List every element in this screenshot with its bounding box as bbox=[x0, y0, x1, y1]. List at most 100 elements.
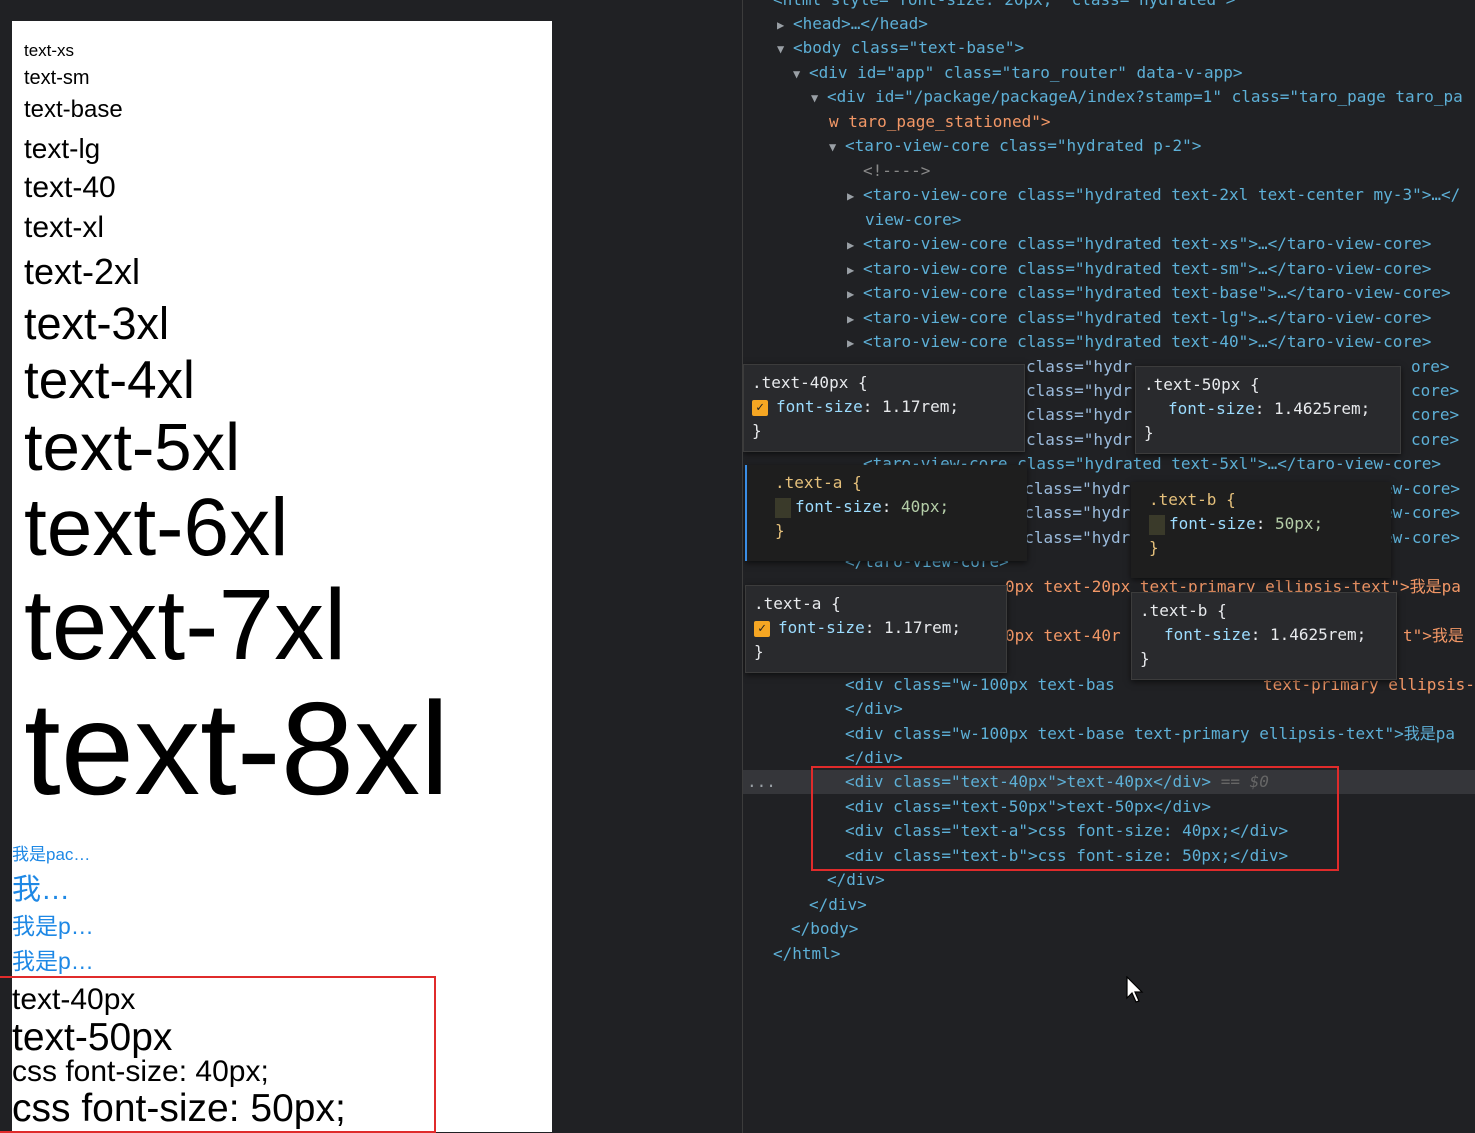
dom-line-close-div: </div> bbox=[809, 895, 867, 914]
popover-colon: : bbox=[1255, 514, 1266, 533]
popover-brace: } bbox=[1149, 538, 1159, 557]
dom-line-head[interactable]: ▶ <head>…</head> bbox=[777, 12, 928, 36]
popover-value: 1.4625rem; bbox=[1273, 399, 1371, 418]
popover-value: 1.17rem; bbox=[883, 618, 962, 637]
dom-text: <taro-view-core class="hydrated text-bas… bbox=[863, 283, 1451, 302]
style-popover-text-a: .text-a { ✓ font-size: 1.17rem; } bbox=[745, 585, 1007, 673]
collapse-arrow-icon[interactable]: ▼ bbox=[777, 37, 793, 61]
popover-value: 1.17rem; bbox=[881, 397, 960, 416]
dom-fragment: class="hydr bbox=[1026, 381, 1132, 400]
source-popover-text-a: .text-a { font-size: 40px; } bbox=[745, 465, 1027, 561]
popover-value: 50px; bbox=[1274, 514, 1324, 533]
sample-text-4xl: text-4xl bbox=[24, 351, 195, 410]
dom-line-app[interactable]: ▼ <div id="app" class="taro_router" data-… bbox=[793, 61, 1242, 85]
style-popover-text-b: .text-b { font-size: 1.4625rem; } bbox=[1131, 592, 1397, 680]
checkbox-icon[interactable]: ✓ bbox=[754, 620, 770, 637]
sample-text-xl: text-xl bbox=[24, 211, 105, 244]
dom-line-close-div: </div> bbox=[845, 699, 903, 718]
dom-fragment: core> bbox=[1411, 381, 1460, 400]
dom-line-close-body: </body> bbox=[791, 919, 859, 938]
dom-text: <taro-view-core class="hydrated text-2xl… bbox=[863, 185, 1461, 204]
ellipsis-link-2[interactable]: 我… bbox=[12, 876, 70, 905]
indent-guide bbox=[1149, 514, 1165, 535]
dom-line-view-2xl-cont: view-core> bbox=[865, 210, 962, 229]
popover-brace: } bbox=[775, 521, 785, 540]
popover-brace: { bbox=[1226, 490, 1236, 509]
dom-text: <div id="app" class="taro_router" data-v… bbox=[809, 63, 1243, 82]
dom-line-view-lg[interactable]: ▶ <taro-view-core class="hydrated text-lg… bbox=[847, 306, 1431, 330]
dom-text: <taro-view-core class="hydrated text-sm"… bbox=[863, 259, 1432, 278]
dom-text: <body class="text-base"> bbox=[793, 38, 1025, 57]
ellipsis-link-3[interactable]: 我是p… bbox=[12, 915, 94, 938]
dom-line-view-xs[interactable]: ▶ <taro-view-core class="hydrated text-xs… bbox=[847, 232, 1431, 256]
expand-arrow-icon[interactable]: ▶ bbox=[847, 331, 863, 355]
devtools-elements-panel: ... <html style="font-size: 20px;" class… bbox=[742, 0, 1475, 1133]
popover-prop: font-size bbox=[1168, 399, 1255, 418]
sample-text-6xl: text-6xl bbox=[24, 482, 289, 573]
indent-guide bbox=[775, 497, 791, 518]
preview-panel: text-xs text-sm text-base text-lg text-4… bbox=[12, 21, 552, 1132]
popover-value: 40px; bbox=[900, 497, 950, 516]
dom-line-view-2xl[interactable]: ▶ <taro-view-core class="hydrated text-2x… bbox=[847, 183, 1460, 207]
popover-selector: .text-40px bbox=[752, 373, 849, 392]
dom-text: <taro-view-core class="hydrated p-2"> bbox=[845, 136, 1202, 155]
dom-text: <taro-view-core class="hydrated text-lg"… bbox=[863, 308, 1432, 327]
dom-text: <head>…</head> bbox=[793, 14, 928, 33]
style-popover-text-50px: .text-50px { font-size: 1.4625rem; } bbox=[1135, 366, 1401, 454]
dom-line-view-40[interactable]: ▶ <taro-view-core class="hydrated text-40… bbox=[847, 330, 1431, 354]
dom-line-page[interactable]: ▼ <div id="/package/packageA/index?stamp=… bbox=[811, 85, 1463, 109]
dom-line-view-p2[interactable]: ▼ <taro-view-core class="hydrated p-2"> bbox=[829, 134, 1201, 158]
mouse-cursor-icon bbox=[1126, 976, 1144, 1003]
popover-colon: : bbox=[862, 397, 873, 416]
checkbox-icon[interactable]: ✓ bbox=[752, 399, 768, 416]
popover-selector: .text-b bbox=[1149, 490, 1217, 509]
popover-brace: { bbox=[831, 594, 841, 613]
dom-line-view-sm[interactable]: ▶ <taro-view-core class="hydrated text-sm… bbox=[847, 257, 1431, 281]
row-more-icon[interactable]: ... bbox=[747, 770, 776, 794]
dom-fragment: t">我是 bbox=[1403, 626, 1464, 645]
popover-brace: { bbox=[1217, 601, 1227, 620]
popover-prop: font-size bbox=[1169, 514, 1256, 533]
popover-prop: font-size bbox=[778, 618, 865, 637]
expand-arrow-icon[interactable]: ▶ bbox=[847, 282, 863, 306]
popover-selector: .text-a bbox=[754, 594, 822, 613]
expand-arrow-icon[interactable]: ▶ bbox=[847, 307, 863, 331]
sample-text-40: text-40 bbox=[24, 171, 116, 204]
dom-line-view-base[interactable]: ▶ <taro-view-core class="hydrated text-ba… bbox=[847, 281, 1451, 305]
expand-arrow-icon[interactable]: ▶ bbox=[847, 233, 863, 257]
collapse-arrow-icon[interactable]: ▼ bbox=[811, 86, 827, 110]
dom-line-ellipsis-2[interactable]: <div class="w-100px text-base text-prima… bbox=[845, 722, 1455, 746]
popover-selector: .text-b bbox=[1140, 601, 1208, 620]
sample-text-sm: text-sm bbox=[24, 67, 90, 89]
popover-brace: } bbox=[1140, 649, 1150, 668]
ellipsis-link-1[interactable]: 我是pac… bbox=[12, 846, 90, 863]
collapse-arrow-icon[interactable]: ▼ bbox=[829, 135, 845, 159]
sample-text-lg: text-lg bbox=[24, 133, 101, 164]
dom-text: <taro-view-core class="hydrated text-40"… bbox=[863, 332, 1432, 351]
ellipsis-link-4[interactable]: 我是p… bbox=[12, 950, 94, 973]
dom-line-close-div: </div> bbox=[827, 870, 885, 889]
dom-text: <taro-view-core class="hydrated text-xs"… bbox=[863, 234, 1432, 253]
popover-prop: font-size bbox=[795, 497, 882, 516]
sample-text-8xl: text-8xl bbox=[24, 675, 450, 822]
popover-brace: } bbox=[752, 421, 762, 440]
style-popover-text-40px: .text-40px { ✓ font-size: 1.17rem; } bbox=[743, 364, 1025, 452]
popover-value: 1.4625rem; bbox=[1269, 625, 1367, 644]
expand-arrow-icon[interactable]: ▶ bbox=[847, 258, 863, 282]
popover-brace: { bbox=[1249, 375, 1260, 394]
popover-colon: : bbox=[1250, 625, 1261, 644]
collapse-arrow-icon[interactable]: ▼ bbox=[793, 62, 809, 86]
dom-line-html[interactable]: <html style="font-size: 20px;" class="hy… bbox=[773, 0, 1235, 12]
dom-line-ellipsis-1[interactable]: <div class="w-100px text-bas bbox=[845, 673, 1115, 697]
expand-arrow-icon[interactable]: ▶ bbox=[777, 13, 793, 37]
dom-line-body[interactable]: ▼ <body class="text-base"> bbox=[777, 36, 1024, 60]
popover-colon: : bbox=[1254, 399, 1265, 418]
dom-fragment: class="hydr bbox=[1026, 357, 1132, 376]
sample-text-5xl: text-5xl bbox=[24, 410, 240, 485]
dom-text: <div id="/package/packageA/index?stamp=1… bbox=[827, 87, 1463, 106]
expand-arrow-icon[interactable]: ▶ bbox=[847, 184, 863, 208]
dom-line-page-cont: w taro_page_stationed"> bbox=[829, 112, 1051, 131]
dom-fragment: ew-core> bbox=[1383, 528, 1461, 547]
popover-prop: font-size bbox=[776, 397, 863, 416]
popover-selector: .text-50px bbox=[1144, 375, 1241, 394]
